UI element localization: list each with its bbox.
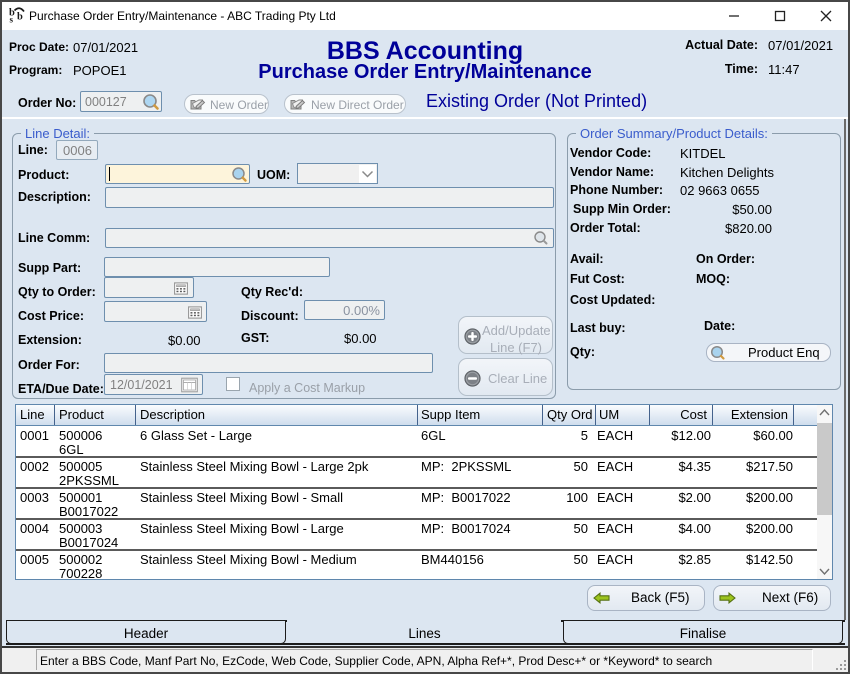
svg-text:b: b bbox=[17, 12, 23, 23]
svg-text:s: s bbox=[10, 15, 14, 24]
